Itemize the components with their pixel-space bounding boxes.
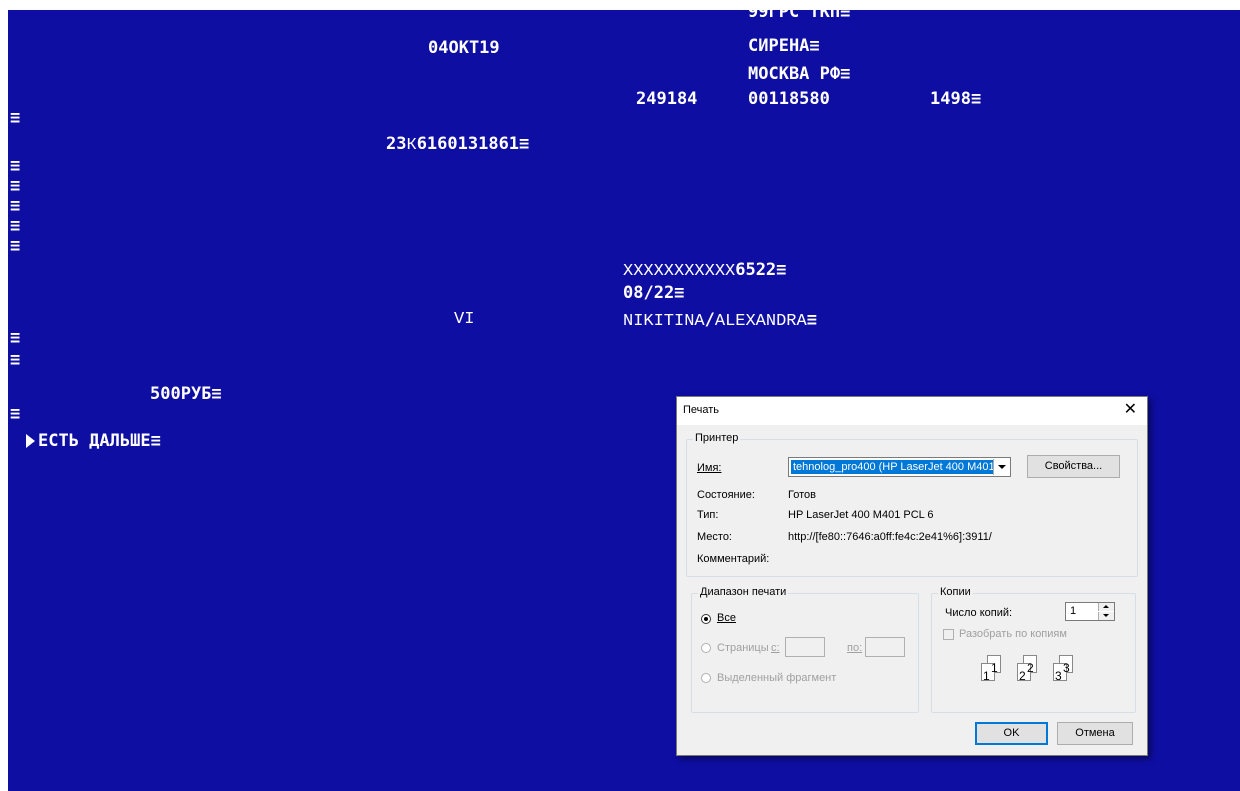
to-label: по:: [847, 642, 863, 654]
to-page-input[interactable]: [865, 637, 905, 657]
range-all-label[interactable]: Все: [717, 612, 736, 624]
printer-group-label: Принтер: [693, 432, 741, 444]
ok-button[interactable]: OK: [975, 722, 1048, 745]
printer-select[interactable]: tehnolog_pro400 (HP LaserJet 400 M401 PC…: [788, 457, 1011, 477]
card-number: XXXXXXXXXXX6522≡: [623, 260, 786, 282]
collate-checkbox[interactable]: [943, 629, 954, 640]
line-marker: ≡: [10, 216, 21, 236]
line-marker: ≡: [10, 196, 21, 216]
cancel-button[interactable]: Отмена: [1057, 722, 1133, 745]
name-first: ALEXANDRA: [714, 312, 807, 331]
line-marker: ≡: [10, 108, 21, 128]
line-marker: ≡: [10, 350, 21, 370]
line-marker: ≡: [10, 328, 21, 348]
range-selection-radio[interactable]: [701, 673, 711, 683]
from-label: с:: [771, 642, 780, 654]
type-label: Тип:: [697, 509, 719, 521]
location-value: http://[fe80::7646:a0ff:fe4c:2e41%6]:391…: [788, 531, 992, 543]
range-all-radio[interactable]: [701, 614, 711, 624]
type-value: HP LaserJet 400 M401 PCL 6: [788, 509, 934, 521]
range-pages-radio[interactable]: [701, 643, 711, 653]
more-indicator: ЕСТЬ ДАЛЬШЕ≡: [38, 431, 161, 451]
ticket-number: 23К6160131861≡: [386, 134, 529, 156]
properties-button[interactable]: Свойства...: [1027, 455, 1120, 478]
line-marker: ≡: [10, 404, 21, 424]
location-label: Место:: [697, 531, 732, 543]
date-text: 04ОКТ19: [428, 38, 500, 58]
collate-label[interactable]: Разобрать по копиям: [959, 628, 1067, 640]
copies-group-label: Копии: [938, 586, 973, 598]
status-label: Состояние:: [697, 489, 755, 501]
card-masked: XXXXXXXXXXX: [623, 262, 736, 281]
card-expiry: 08/22≡: [623, 283, 685, 303]
code-b: 00118580: [748, 89, 830, 109]
collate-pages-icon: 11 22 33: [975, 655, 1095, 691]
copies-label: Число копий:: [945, 607, 1013, 619]
stepper-up-icon[interactable]: [1098, 603, 1114, 611]
dialog-title: Печать: [683, 404, 720, 416]
amount-text: 500РУБ≡: [150, 384, 222, 404]
ticket-prefix: 23: [386, 134, 407, 154]
code-c: 1498≡: [930, 89, 982, 109]
ticket-rest: 6160131861≡: [416, 134, 530, 154]
line-marker: ≡: [10, 156, 21, 176]
card-tail: 6522≡: [735, 260, 787, 280]
copies-stepper[interactable]: 1: [1065, 602, 1115, 621]
status-value: Готов: [788, 489, 816, 501]
name-end: ≡: [806, 310, 817, 330]
line-marker: ≡: [10, 236, 21, 256]
printer-select-value: tehnolog_pro400 (HP LaserJet 400 M401 PC…: [791, 460, 994, 474]
range-group-label: Диапазон печати: [698, 586, 789, 598]
line-marker: ≡: [10, 176, 21, 196]
cardholder-name: NIKITINA/ALEXANDRA≡: [623, 310, 817, 332]
range-pages-label[interactable]: Страницы: [717, 642, 769, 654]
code-a: 249184: [636, 89, 698, 109]
close-icon[interactable]: ✕: [1124, 400, 1137, 420]
name-last: NIKITINA: [623, 312, 705, 331]
chevron-down-icon[interactable]: [993, 459, 1009, 475]
name-slash: /: [704, 310, 715, 330]
printer-name-label: Имя:: [697, 462, 722, 474]
comment-label: Комментарий:: [697, 553, 770, 565]
range-selection-label[interactable]: Выделенный фрагмент: [717, 672, 836, 684]
dialog-titlebar: Печать ✕: [677, 397, 1147, 425]
card-type: VI: [454, 310, 475, 329]
ticket-letter: К: [406, 136, 417, 155]
print-dialog: Печать ✕ Принтер Имя: tehnolog_pro400 (H…: [676, 396, 1148, 756]
header-line-2: СИРЕНА≡: [748, 36, 820, 56]
cursor-arrow-icon: [26, 434, 35, 448]
stepper-down-icon[interactable]: [1098, 612, 1114, 620]
header-line-1: 99ГРС ТКП≡: [748, 2, 851, 22]
copies-value: 1: [1070, 605, 1077, 617]
from-page-input[interactable]: [785, 637, 825, 657]
header-line-3: МОСКВА РФ≡: [748, 64, 851, 84]
